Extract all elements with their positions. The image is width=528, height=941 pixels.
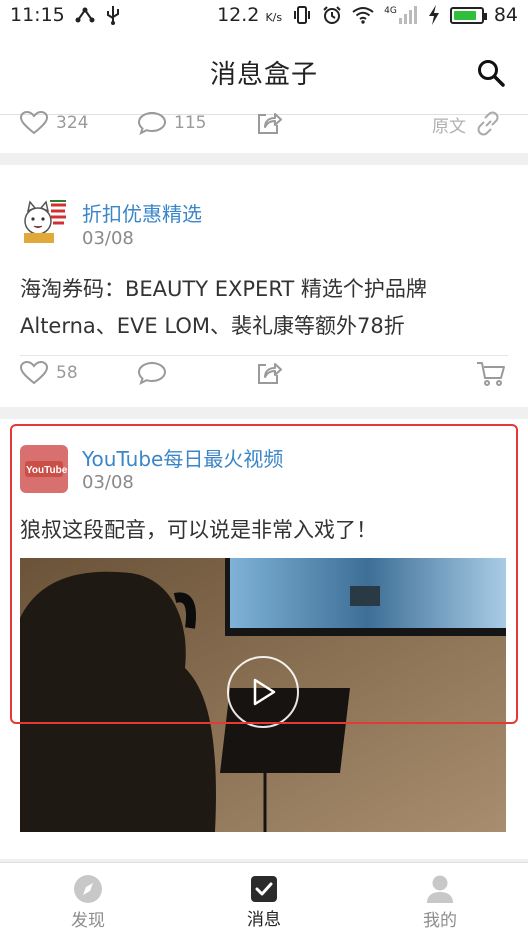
- source-avatar: [20, 197, 68, 245]
- post-date: 03/08: [82, 228, 134, 249]
- post-text-line: Alterna、EVE LOM、裴礼康等额外78折: [20, 314, 405, 338]
- share-button[interactable]: [256, 111, 282, 135]
- divider: [20, 355, 508, 356]
- usb-icon: [106, 6, 119, 25]
- post-text-line: 海淘券码：BEAUTY EXPERT 精选个护品牌: [20, 277, 427, 301]
- vibrate-icon: [294, 6, 311, 24]
- tab-label: 消息: [247, 909, 281, 930]
- person-icon: [427, 875, 453, 903]
- tab-messages[interactable]: 消息: [176, 863, 352, 941]
- comment-icon: [138, 361, 166, 385]
- wifi-icon: [352, 7, 374, 24]
- status-left: 11:15: [10, 4, 121, 26]
- heart-icon: [20, 111, 48, 135]
- share-icon: [258, 113, 282, 134]
- like-count: 324: [56, 113, 89, 133]
- heart-icon: [20, 361, 48, 385]
- share-icon: [258, 363, 282, 384]
- tab-discover[interactable]: 发现: [0, 863, 176, 941]
- status-bar: 11:15 12.2 K/s 4G 84: [0, 0, 528, 30]
- share-button[interactable]: [256, 361, 282, 385]
- comment-icon: [138, 111, 166, 135]
- video-highlight-outline: [10, 424, 518, 724]
- comment-button[interactable]: 115: [138, 111, 206, 135]
- compass-icon: [74, 874, 102, 903]
- battery-icon: [449, 6, 487, 24]
- network-type: 4G: [384, 6, 397, 16]
- search-icon: [478, 60, 505, 87]
- like-count: 58: [56, 363, 78, 383]
- cat-mascot-icon: [20, 197, 68, 245]
- like-button[interactable]: 58: [20, 361, 78, 385]
- original-label: 原文: [432, 116, 466, 137]
- cart-button[interactable]: [476, 361, 506, 387]
- card-separator: [0, 153, 528, 165]
- comment-button[interactable]: [138, 361, 166, 385]
- page-title: 消息盒子: [209, 59, 318, 90]
- signal-icon: [398, 6, 417, 24]
- status-time: 11:15: [10, 4, 65, 26]
- like-button[interactable]: 324: [20, 111, 88, 135]
- battery-fill: [453, 10, 476, 20]
- app-header: 消息盒子: [0, 30, 528, 115]
- link-icon: [477, 111, 499, 136]
- network-speed: 12.2 K/s: [217, 4, 283, 26]
- post-source[interactable]: [20, 197, 68, 245]
- battery-level: 84: [493, 4, 518, 26]
- search-button[interactable]: [476, 58, 506, 88]
- alarm-icon: [323, 6, 341, 24]
- shopping-cart-icon: [477, 362, 505, 386]
- original-link-button[interactable]: 原文: [432, 111, 502, 137]
- bottom-tab-bar: 发现 消息 我的: [0, 862, 528, 941]
- comment-count: 115: [174, 113, 207, 133]
- status-right: 12.2 K/s 4G 84: [217, 4, 518, 26]
- tab-label: 发现: [71, 910, 105, 931]
- charging-icon: [428, 5, 439, 25]
- tab-label: 我的: [423, 910, 457, 931]
- post-card: 324 115 原文: [0, 111, 528, 153]
- post-text[interactable]: 海淘券码：BEAUTY EXPERT 精选个护品牌 Alterna、EVE LO…: [20, 271, 508, 345]
- tab-mine[interactable]: 我的: [352, 863, 528, 941]
- source-name[interactable]: 折扣优惠精选: [82, 198, 202, 227]
- signal-indicator: 4G: [384, 6, 418, 24]
- checkbox-icon: [251, 875, 277, 902]
- post-card: 折扣优惠精选 03/08 海淘券码：BEAUTY EXPERT 精选个护品牌 A…: [0, 165, 528, 407]
- share-icon: [75, 7, 95, 23]
- card-separator: [0, 407, 528, 419]
